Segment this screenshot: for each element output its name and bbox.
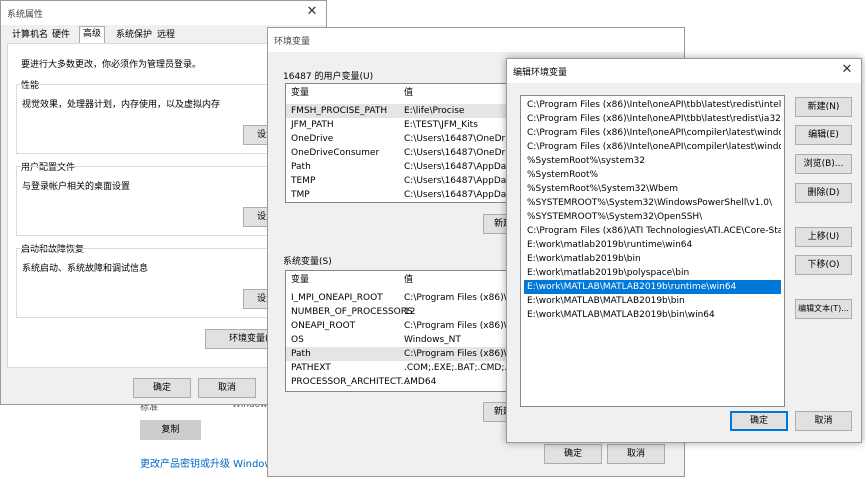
sys-ok-button[interactable]: 确定 [133, 378, 191, 398]
cell-name: ONEAPI_ROOT [291, 321, 356, 331]
cell-value: C:\Program Files (x86)\Int [404, 293, 519, 303]
close-icon[interactable]: ✕ [304, 4, 320, 20]
list-item[interactable]: E:\work\matlab2019b\runtime\win64 [524, 238, 781, 252]
list-item[interactable]: %SystemRoot%\System32\Wbem [524, 182, 781, 196]
cell-name: I_MPI_ONEAPI_ROOT [291, 293, 383, 303]
cell-value: E:\TEST\JFM_Kits [404, 120, 478, 130]
cell-name: TEMP [291, 176, 316, 186]
cell-value: 12 [404, 307, 416, 317]
cell-value: E:\life\Procise [404, 106, 465, 116]
window-title: 系统属性 [7, 10, 44, 20]
col-variable-header: 变量 [291, 275, 310, 285]
cell-name: JFM_PATH [291, 120, 334, 130]
browse-button[interactable]: 浏览(B)... [795, 154, 852, 174]
list-item[interactable]: C:\Program Files (x86)\ATI Technologies\… [524, 224, 781, 238]
tab-remote[interactable]: 远程 [154, 28, 178, 43]
admin-note: 要进行大多数更改，你必须作为管理员登录。 [21, 60, 202, 70]
tab-system-protection[interactable]: 系统保护 [113, 28, 155, 43]
tab-hardware[interactable]: 硬件 [49, 28, 73, 43]
system-vars-label: 系统变量(S) [283, 257, 332, 267]
cell-name: PATHEXT [291, 363, 331, 373]
cell-value: AMD64 [404, 377, 437, 387]
copy-button[interactable]: 复制 [140, 420, 201, 440]
col-variable-header: 变量 [291, 88, 310, 98]
cell-name: TMP [291, 190, 310, 200]
cell-name: OS [291, 335, 304, 345]
cell-name: FMSH_PROCISE_PATH [291, 106, 388, 116]
user-profile-desc: 与登录帐户相关的桌面设置 [22, 182, 131, 192]
cell-value: C:\Users\16487\AppData\ [404, 162, 519, 172]
edit-ok-button[interactable]: 确定 [730, 411, 788, 431]
col-value-header: 值 [404, 275, 414, 285]
title-bar: 系统属性 ✕ [1, 1, 326, 25]
edit-cancel-button[interactable]: 取消 [795, 411, 852, 431]
change-product-key-link[interactable]: 更改产品密钥或升级 Windows [140, 455, 278, 470]
move-down-button[interactable]: 下移(O) [795, 255, 852, 275]
tab-computer-name[interactable]: 计算机名 [9, 28, 51, 43]
list-item[interactable]: %SYSTEMROOT%\System32\OpenSSH\ [524, 210, 781, 224]
list-item[interactable]: E:\work\MATLAB\MATLAB2019b\bin [524, 294, 781, 308]
cell-name: PROCESSOR_ARCHITECT... [291, 377, 410, 387]
cell-value: C:\Users\16487\AppData\ [404, 176, 519, 186]
background-about-page: 标准 Windows 复制 更改产品密钥或升级 Windows [0, 400, 300, 477]
list-item[interactable]: C:\Program Files (x86)\Intel\oneAPI\comp… [524, 140, 781, 154]
edit-text-button[interactable]: 编辑文本(T)... [795, 299, 852, 319]
move-up-button[interactable]: 上移(U) [795, 227, 852, 247]
env-cancel-button[interactable]: 取消 [607, 444, 665, 464]
performance-desc: 视觉效果，处理器计划，内存使用，以及虚拟内存 [22, 100, 221, 110]
user-vars-label: 16487 的用户变量(U) [283, 72, 374, 82]
window-title: 编辑环境变量 [513, 68, 568, 78]
edit-environment-variable-window: 编辑环境变量 ✕ C:\Program Files (x86)\Intel\on… [506, 58, 862, 443]
cell-name: NUMBER_OF_PROCESSORS [291, 307, 413, 317]
path-entries-list[interactable]: C:\Program Files (x86)\Intel\oneAPI\tbb\… [520, 95, 785, 407]
close-icon[interactable]: ✕ [839, 62, 855, 78]
window-title: 环境变量 [274, 37, 311, 47]
list-item[interactable]: C:\Program Files (x86)\Intel\oneAPI\tbb\… [524, 112, 781, 126]
cell-name: OneDrive [291, 134, 334, 144]
cell-value: C:\Program Files (x86)\Int [404, 349, 519, 359]
list-item[interactable]: E:\work\MATLAB\MATLAB2019b\bin\win64 [524, 308, 781, 322]
list-item[interactable]: E:\work\matlab2019b\polyspace\bin [524, 266, 781, 280]
cell-name: Path [291, 349, 311, 359]
delete-button[interactable]: 删除(D) [795, 183, 852, 203]
cell-value: C:\Users\16487\OneDrive [404, 148, 519, 158]
list-item[interactable]: C:\Program Files (x86)\Intel\oneAPI\tbb\… [524, 98, 781, 112]
env-ok-button[interactable]: 确定 [544, 444, 602, 464]
cell-name: Path [291, 162, 311, 172]
sys-cancel-button[interactable]: 取消 [198, 378, 256, 398]
new-button[interactable]: 新建(N) [795, 97, 852, 117]
col-value-header: 值 [404, 88, 414, 98]
title-bar: 环境变量 [268, 28, 684, 52]
cell-name: OneDriveConsumer [291, 148, 380, 158]
cell-value: C:\Program Files (x86)\Int [404, 321, 519, 331]
edit-button[interactable]: 编辑(E) [795, 125, 852, 145]
list-item[interactable]: %SYSTEMROOT%\System32\WindowsPowerShell\… [524, 196, 781, 210]
list-item[interactable]: C:\Program Files (x86)\Intel\oneAPI\comp… [524, 126, 781, 140]
list-item[interactable]: E:\work\matlab2019b\bin [524, 252, 781, 266]
title-bar: 编辑环境变量 ✕ [507, 59, 861, 83]
cell-value: C:\Users\16487\AppData\ [404, 190, 519, 200]
cell-value: Windows_NT [404, 335, 461, 345]
cell-value: C:\Users\16487\OneDrive [404, 134, 519, 144]
startup-desc: 系统启动、系统故障和调试信息 [22, 264, 149, 274]
list-item[interactable]: %SystemRoot%\system32 [524, 154, 781, 168]
list-item-selected[interactable]: E:\work\MATLAB\MATLAB2019b\runtime\win64 [524, 280, 781, 294]
tab-advanced[interactable]: 高级 [79, 26, 106, 44]
list-item[interactable]: %SystemRoot% [524, 168, 781, 182]
